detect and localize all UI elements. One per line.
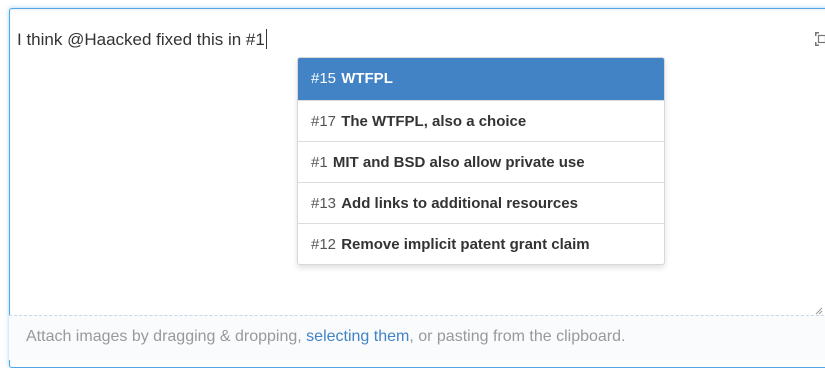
comment-textarea[interactable]: I think @Haacked fixed this in #1 [17,29,267,51]
suggestion-item-13[interactable]: #13 Add links to additional resources [298,182,664,223]
comment-text-value: I think @Haacked fixed this in #1 [17,30,265,49]
issue-title: MIT and BSD also allow private use [333,154,585,171]
issue-number: #13 [311,195,336,212]
issue-title: The WTFPL, also a choice [341,113,526,130]
issue-title: Remove implicit patent grant claim [341,236,589,253]
text-caret [266,29,267,49]
attach-prefix: Attach images by dragging & dropping, [26,328,306,345]
resize-grip-icon[interactable] [813,305,823,315]
issue-suggestion-menu: #15 WTFPL #17 The WTFPL, also a choice #… [297,57,665,265]
issue-number: #1 [311,154,328,171]
suggestion-item-12[interactable]: #12 Remove implicit patent grant claim [298,223,664,264]
issue-number: #17 [311,113,336,130]
issue-title: WTFPL [341,70,393,87]
fullscreen-icon[interactable] [814,31,825,47]
suggestion-item-17[interactable]: #17 The WTFPL, also a choice [298,100,664,141]
suggestion-item-15[interactable]: #15 WTFPL [298,58,664,100]
select-files-link[interactable]: selecting them [306,328,409,345]
attach-suffix: , or pasting from the clipboard. [409,328,625,345]
suggestion-item-1[interactable]: #1 MIT and BSD also allow private use [298,141,664,182]
issue-number: #12 [311,236,336,253]
issue-title: Add links to additional resources [341,195,578,212]
issue-number: #15 [311,70,336,87]
attach-instructions: Attach images by dragging & dropping, se… [26,328,625,346]
attach-images-bar[interactable]: Attach images by dragging & dropping, se… [9,315,825,360]
